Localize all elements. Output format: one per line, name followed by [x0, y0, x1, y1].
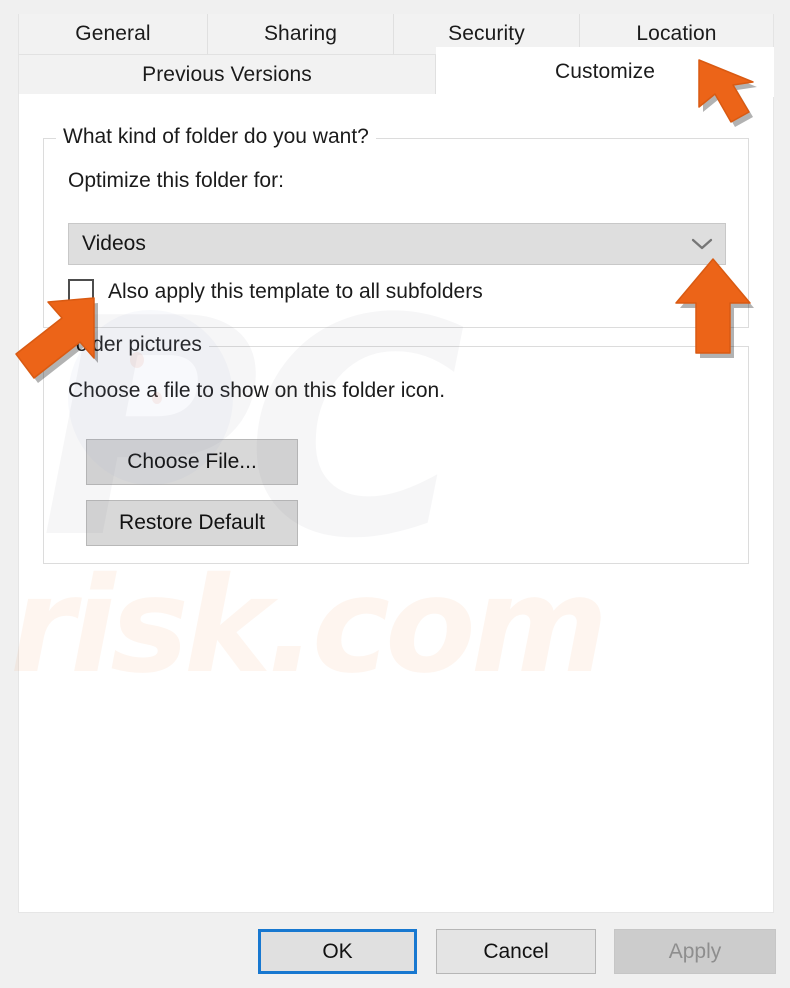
- tab-row-bottom: Previous Versions Customize: [18, 47, 774, 97]
- dialog-footer: OK Cancel Apply: [0, 913, 790, 988]
- folder-properties-dialog: General Sharing Security Location Previo…: [0, 0, 790, 988]
- tab-previous-versions[interactable]: Previous Versions: [18, 55, 436, 96]
- cancel-button-label: Cancel: [483, 939, 549, 963]
- optimize-folder-label: Optimize this folder for:: [68, 169, 284, 192]
- apply-to-subfolders-checkbox[interactable]: [68, 279, 94, 305]
- folder-type-dropdown-value: Videos: [82, 232, 146, 255]
- folder-kind-group-title: What kind of folder do you want?: [56, 125, 376, 149]
- chevron-down-icon: [679, 237, 725, 251]
- apply-to-subfolders-row[interactable]: Also apply this template to all subfolde…: [68, 279, 483, 305]
- tab-general[interactable]: General: [18, 14, 208, 55]
- tab-previous-versions-label: Previous Versions: [142, 63, 312, 86]
- properties-dialog-screenshot: General Sharing Security Location Previo…: [0, 0, 790, 988]
- apply-button-label: Apply: [668, 939, 722, 963]
- folder-kind-groupbox: What kind of folder do you want? Optimiz…: [43, 125, 749, 328]
- tab-security-label: Security: [448, 22, 525, 45]
- folder-type-dropdown[interactable]: Videos: [68, 223, 726, 265]
- tab-content-panel: What kind of folder do you want? Optimiz…: [18, 94, 774, 913]
- restore-default-button[interactable]: Restore Default: [86, 500, 298, 546]
- tab-location-label: Location: [636, 22, 717, 45]
- choose-file-button[interactable]: Choose File...: [86, 439, 298, 485]
- folder-pictures-groupbox: Folder pictures Choose a file to show on…: [43, 333, 749, 564]
- tab-general-label: General: [75, 22, 151, 45]
- ok-button[interactable]: OK: [258, 929, 417, 974]
- ok-button-label: OK: [322, 939, 353, 963]
- tab-sharing-label: Sharing: [263, 22, 338, 45]
- choose-file-button-label: Choose File...: [127, 450, 257, 473]
- tab-sharing[interactable]: Sharing: [208, 14, 394, 55]
- tab-strip: General Sharing Security Location Previo…: [18, 14, 774, 97]
- tab-customize[interactable]: Customize: [436, 47, 774, 97]
- restore-default-button-label: Restore Default: [119, 511, 265, 534]
- cancel-button[interactable]: Cancel: [436, 929, 596, 974]
- folder-pictures-group-title: Folder pictures: [56, 333, 209, 357]
- apply-to-subfolders-label: Also apply this template to all subfolde…: [108, 280, 483, 303]
- tab-customize-label: Customize: [554, 60, 656, 83]
- folder-pictures-description: Choose a file to show on this folder ico…: [68, 379, 446, 402]
- apply-button: Apply: [614, 929, 776, 974]
